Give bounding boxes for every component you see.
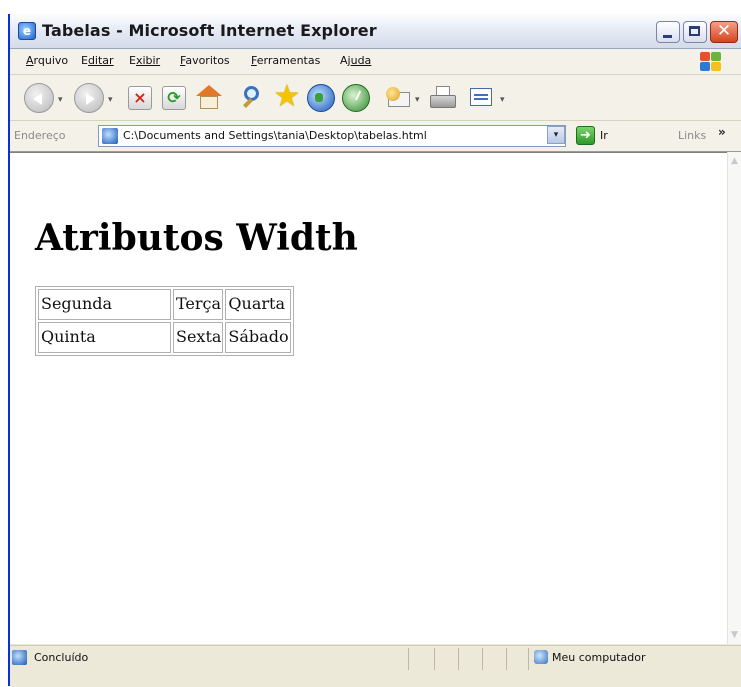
edit-dropdown-icon[interactable]: ▾ [500,95,505,105]
forward-arrow-icon[interactable] [74,83,104,113]
address-label: Endereço [14,129,66,142]
status-divider [482,648,483,670]
status-divider [434,648,435,670]
menu-bar: Arquivo Editar Exibir Favoritos Ferramen… [10,49,741,75]
minimize-button[interactable] [656,21,680,43]
table-row: Quinta Sexta Sábado [38,322,291,353]
table-cell: Sexta [173,322,224,353]
days-table: Segunda Terça Quarta Quinta Sexta Sábado [35,286,294,356]
favorites-star-icon[interactable]: ★ [272,82,302,113]
forward-dropdown-icon[interactable]: ▾ [108,95,113,105]
table-cell: Quinta [38,322,171,353]
address-url[interactable]: C:\Documents and Settings\tania\Desktop\… [123,129,427,142]
address-bar: Endereço C:\Documents and Settings\tania… [10,121,741,152]
menu-favoritos[interactable]: Favoritos [180,54,230,67]
page-content: Atributos Width Segunda Terça Quarta Qui… [10,152,727,644]
go-arrow-icon[interactable]: ➜ [576,126,595,145]
back-dropdown-icon[interactable]: ▾ [58,95,63,105]
menu-exibir[interactable]: Exibir [129,54,160,67]
security-zone: Meu computador [552,651,646,664]
status-divider [528,648,529,670]
status-text: Concluído [34,651,89,664]
status-divider [458,648,459,670]
scroll-up-icon[interactable]: ▲ [729,154,740,168]
back-arrow-icon[interactable] [24,83,54,113]
search-icon[interactable] [238,83,268,113]
status-bar: Concluído Meu computador [10,645,741,687]
media-icon[interactable] [307,84,335,112]
address-dropdown-icon[interactable]: ▾ [547,126,565,144]
standard-toolbar: ▾ ▾ × ⟳ ★ ▾ ▾ [10,75,741,121]
ie-logo-icon: e [18,22,36,40]
windows-logo-icon [698,51,722,72]
browser-window: e Tabelas - Microsoft Internet Explorer … [8,14,741,687]
title-bar[interactable]: e Tabelas - Microsoft Internet Explorer … [10,14,741,49]
mail-dropdown-icon[interactable]: ▾ [415,95,420,105]
maximize-button[interactable] [683,21,707,43]
table-row: Segunda Terça Quarta [38,289,291,320]
links-label[interactable]: Links [678,129,706,142]
table-cell: Quarta [225,289,291,320]
menu-editar[interactable]: Editar [81,54,114,67]
window-title: Tabelas - Microsoft Internet Explorer [42,21,377,40]
history-icon[interactable] [342,84,370,112]
print-icon[interactable] [428,84,458,112]
edit-icon[interactable] [468,85,498,111]
status-divider [506,648,507,670]
stop-icon[interactable]: × [128,86,152,110]
menu-ferramentas[interactable]: Ferramentas [251,54,320,67]
close-button[interactable]: ✕ [710,21,738,43]
page-heading: Atributos Width [35,217,358,259]
mail-icon[interactable] [386,85,416,111]
vertical-scrollbar[interactable]: ▲ ▼ [727,152,741,644]
menu-arquivo[interactable]: Arquivo [26,54,68,67]
scroll-down-icon[interactable]: ▼ [729,628,740,642]
table-cell: Segunda [38,289,171,320]
go-button[interactable]: Ir [600,129,608,142]
page-status-icon [12,650,27,665]
table-cell: Sábado [225,322,291,353]
address-input[interactable]: C:\Documents and Settings\tania\Desktop\… [98,125,566,147]
refresh-icon[interactable]: ⟳ [162,86,186,110]
menu-ajuda[interactable]: Ajuda [340,54,371,67]
status-divider [408,648,409,670]
page-icon [102,128,118,144]
links-chevron-icon[interactable]: » [718,125,726,139]
table-cell: Terça [173,289,224,320]
my-computer-icon [534,650,548,664]
home-icon[interactable] [195,85,223,111]
